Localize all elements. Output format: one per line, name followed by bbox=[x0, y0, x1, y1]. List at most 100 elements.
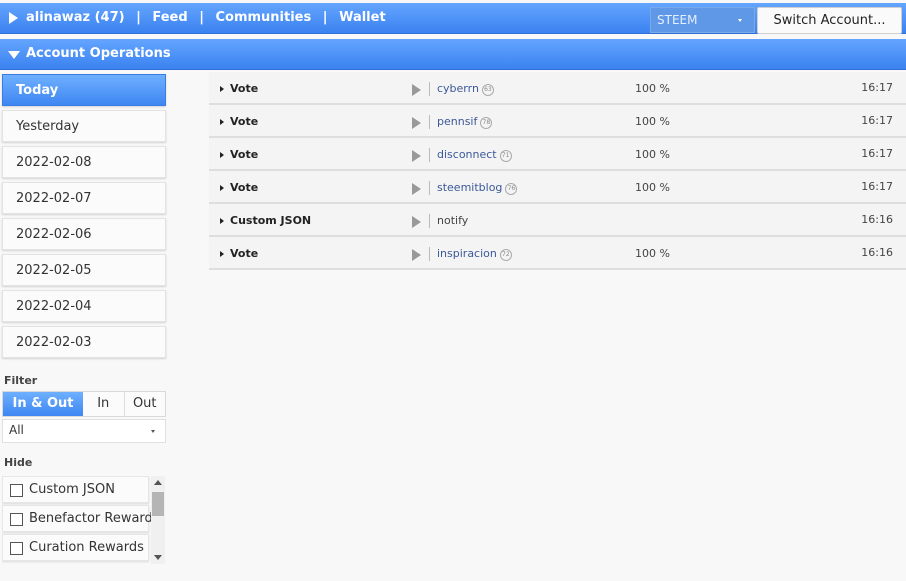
operation-row[interactable]: Vote steemitblog 76 100 % 16:17 bbox=[209, 171, 906, 204]
operations-list: Vote cyberrn 63 100 % 16:17 Vote pennsif 7… bbox=[209, 72, 906, 270]
sidebar: Today Yesterday 2022-02-08 2022-02-07 20… bbox=[0, 72, 168, 581]
operation-row[interactable]: Vote pennsif 78 100 % 16:17 bbox=[209, 105, 906, 138]
type-filter-select[interactable]: All bbox=[2, 419, 166, 443]
day-item[interactable]: 2022-02-05 bbox=[2, 254, 166, 286]
nav-separator: | bbox=[136, 10, 141, 25]
divider bbox=[429, 247, 430, 261]
network-select[interactable]: STEEM bbox=[650, 7, 755, 33]
op-time: 16:17 bbox=[861, 147, 893, 160]
nav-feed[interactable]: Feed bbox=[152, 10, 187, 25]
hide-option-label: Curation Rewards bbox=[29, 540, 144, 555]
collapse-arrow-icon bbox=[8, 51, 20, 59]
op-target-link[interactable]: pennsif 78 bbox=[437, 115, 493, 129]
expand-icon[interactable] bbox=[220, 119, 224, 125]
nav-account[interactable]: alinawaz (47) bbox=[26, 10, 125, 25]
operation-row[interactable]: Vote disconnect 71 100 % 16:17 bbox=[209, 138, 906, 171]
day-item[interactable]: 2022-02-07 bbox=[2, 182, 166, 214]
op-type: Vote bbox=[230, 181, 259, 194]
hide-label: Hide bbox=[4, 456, 33, 469]
nav-separator: | bbox=[199, 10, 204, 25]
target-name: steemitblog bbox=[437, 181, 503, 194]
checkbox[interactable] bbox=[10, 484, 23, 497]
vote-weight: 100 % bbox=[635, 115, 670, 128]
reputation-badge: 76 bbox=[505, 183, 518, 195]
target-name: disconnect bbox=[437, 148, 497, 161]
network-value: STEEM bbox=[657, 13, 698, 27]
day-item[interactable]: 2022-02-03 bbox=[2, 326, 166, 358]
scroll-up-icon[interactable] bbox=[154, 480, 162, 485]
op-type: Vote bbox=[230, 247, 259, 260]
hide-list: Custom JSON Benefactor Rewards Curation … bbox=[2, 476, 166, 564]
op-target-link[interactable]: disconnect 71 bbox=[437, 148, 512, 162]
expand-icon[interactable] bbox=[220, 218, 224, 224]
expand-arrow-icon[interactable] bbox=[9, 12, 18, 24]
filter-label: Filter bbox=[4, 374, 38, 387]
type-filter-value: All bbox=[9, 423, 24, 437]
nav-separator: | bbox=[322, 10, 328, 25]
operation-row[interactable]: Vote inspiracion 72 100 % 16:16 bbox=[209, 237, 906, 270]
direction-in-out[interactable]: In & Out bbox=[3, 392, 83, 416]
caret-down-icon bbox=[738, 19, 742, 22]
section-title: Account Operations bbox=[26, 46, 171, 61]
expand-icon[interactable] bbox=[220, 152, 224, 158]
section-header[interactable]: Account Operations bbox=[0, 39, 906, 70]
hide-option-label: Benefactor Rewards bbox=[29, 511, 160, 526]
direction-in[interactable]: In bbox=[83, 392, 125, 416]
vote-weight: 100 % bbox=[635, 82, 670, 95]
switch-account-button[interactable]: Switch Account... bbox=[757, 7, 902, 34]
op-type: Custom JSON bbox=[230, 214, 312, 227]
divider bbox=[429, 82, 430, 96]
op-type: Vote bbox=[230, 115, 259, 128]
vote-weight: 100 % bbox=[635, 181, 670, 194]
divider bbox=[429, 214, 430, 228]
reputation-badge: 63 bbox=[481, 84, 494, 96]
day-item[interactable]: 2022-02-08 bbox=[2, 146, 166, 178]
expand-icon[interactable] bbox=[220, 251, 224, 257]
day-item[interactable]: 2022-02-04 bbox=[2, 290, 166, 322]
scroll-down-icon[interactable] bbox=[154, 555, 162, 560]
operation-row[interactable]: Custom JSON notify 16:16 bbox=[209, 204, 906, 237]
play-icon[interactable] bbox=[412, 84, 421, 96]
op-target-link[interactable]: inspiracion 72 bbox=[437, 247, 512, 261]
op-time: 16:16 bbox=[861, 213, 893, 226]
op-target: notify bbox=[437, 214, 469, 227]
checkbox[interactable] bbox=[10, 513, 23, 526]
hide-option[interactable]: Custom JSON bbox=[2, 476, 149, 503]
direction-toggle: In & Out In Out bbox=[2, 391, 166, 417]
reputation-badge: 78 bbox=[480, 117, 493, 129]
reputation-badge: 72 bbox=[499, 249, 512, 261]
hide-list-scrollbar[interactable] bbox=[151, 476, 165, 564]
op-target-link[interactable]: steemitblog 76 bbox=[437, 181, 518, 195]
day-item[interactable]: 2022-02-06 bbox=[2, 218, 166, 250]
divider bbox=[429, 148, 430, 162]
target-name: cyberrn bbox=[437, 82, 479, 95]
day-yesterday[interactable]: Yesterday bbox=[2, 110, 166, 142]
play-icon[interactable] bbox=[412, 249, 421, 261]
op-target-link[interactable]: cyberrn 63 bbox=[437, 82, 494, 96]
expand-icon[interactable] bbox=[220, 86, 224, 92]
hide-option[interactable]: Curation Rewards bbox=[2, 534, 149, 561]
nav-communities[interactable]: Communities bbox=[215, 10, 311, 25]
play-icon[interactable] bbox=[412, 117, 421, 129]
vote-weight: 100 % bbox=[635, 148, 670, 161]
op-type: Vote bbox=[230, 82, 259, 95]
vote-weight: 100 % bbox=[635, 247, 670, 260]
day-today[interactable]: Today bbox=[2, 74, 166, 106]
direction-out[interactable]: Out bbox=[125, 392, 166, 416]
op-time: 16:17 bbox=[861, 180, 893, 193]
caret-down-icon bbox=[151, 430, 155, 433]
divider bbox=[429, 181, 430, 195]
play-icon[interactable] bbox=[412, 183, 421, 195]
hide-option[interactable]: Benefactor Rewards bbox=[2, 505, 160, 532]
scroll-thumb[interactable] bbox=[152, 492, 164, 516]
operation-row[interactable]: Vote cyberrn 63 100 % 16:17 bbox=[209, 72, 906, 105]
play-icon[interactable] bbox=[412, 150, 421, 162]
op-time: 16:17 bbox=[861, 114, 893, 127]
checkbox[interactable] bbox=[10, 542, 23, 555]
nav-wallet[interactable]: Wallet bbox=[339, 10, 386, 25]
top-nav: alinawaz (47) | Feed | Communities | Wal… bbox=[26, 10, 386, 25]
target-name: pennsif bbox=[437, 115, 478, 128]
expand-icon[interactable] bbox=[220, 185, 224, 191]
op-type: Vote bbox=[230, 148, 259, 161]
play-icon[interactable] bbox=[412, 216, 421, 228]
